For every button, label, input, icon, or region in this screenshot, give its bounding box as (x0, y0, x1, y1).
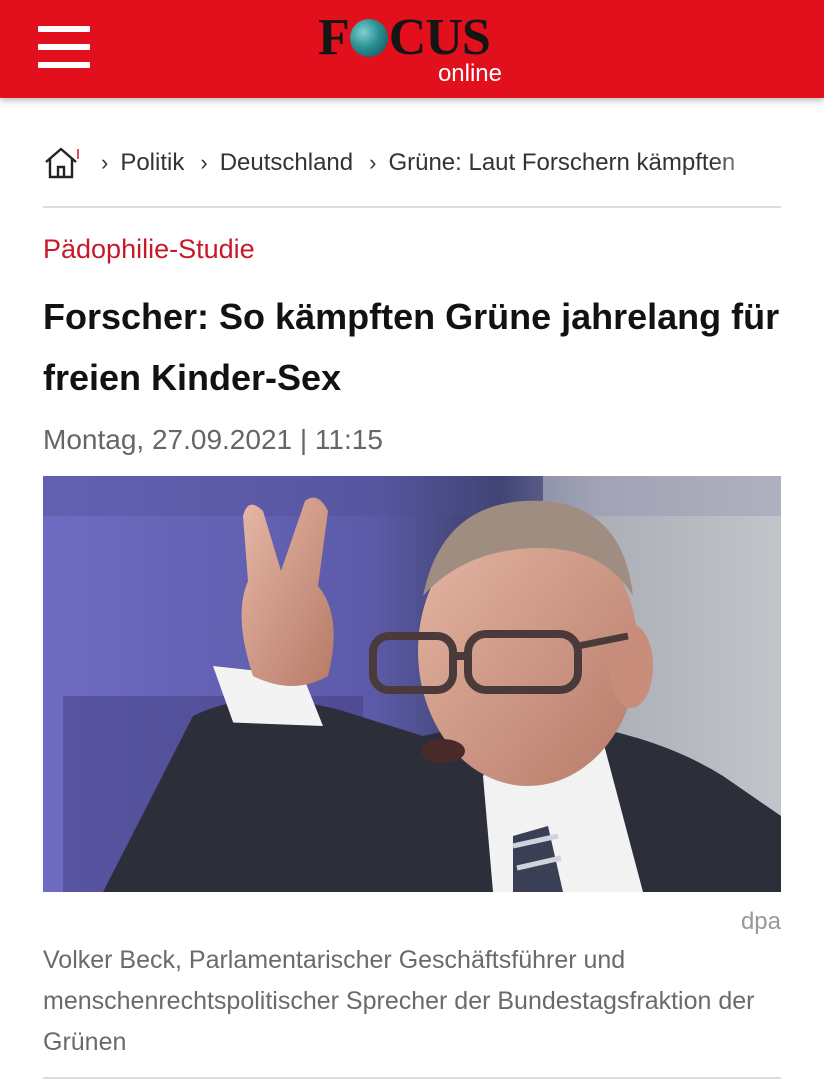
top-bar: F CUS online (0, 0, 824, 98)
image-credit: dpa (740, 908, 781, 935)
article-date: Montag, 27.09.2021 | 11:15 (43, 424, 383, 455)
breadcrumb-separator: › (101, 150, 109, 175)
logo-letter-f: F (318, 9, 350, 66)
breadcrumb-fade (711, 140, 781, 186)
focus-online-logo[interactable]: F CUS online (318, 12, 510, 90)
divider (43, 1077, 781, 1079)
breadcrumb-item-politik[interactable]: Politik (120, 149, 184, 177)
divider (43, 206, 781, 208)
article-kicker[interactable]: Pädophilie-Studie (43, 234, 255, 265)
hamburger-menu-icon (38, 26, 90, 32)
image-caption: Volker Beck, Parlamentarischer Geschäfts… (43, 946, 755, 1056)
logo-letters: CUS (388, 9, 491, 66)
globe-icon (349, 19, 388, 57)
home-icon[interactable] (43, 145, 79, 181)
logo-wordmark: F CUS (318, 9, 491, 66)
hamburger-menu-icon-bar (38, 44, 90, 50)
article-image[interactable] (43, 476, 781, 892)
breadcrumb: › Politik › Deutschland › Grüne: Laut Fo… (43, 140, 781, 186)
breadcrumb-separator: › (369, 150, 377, 175)
logo-subtitle: online (437, 60, 502, 87)
hamburger-menu-icon-bar (38, 62, 90, 68)
breadcrumb-separator: › (200, 150, 208, 175)
article-headline: Forscher: So kämpften Grüne jahrelang fü… (43, 296, 780, 398)
portrait-photo (43, 476, 781, 892)
breadcrumb-item-current: Grüne: Laut Forschern kämpften (388, 149, 736, 176)
menu-button[interactable] (38, 26, 92, 68)
breadcrumb-item-deutschland[interactable]: Deutschland (220, 149, 353, 177)
